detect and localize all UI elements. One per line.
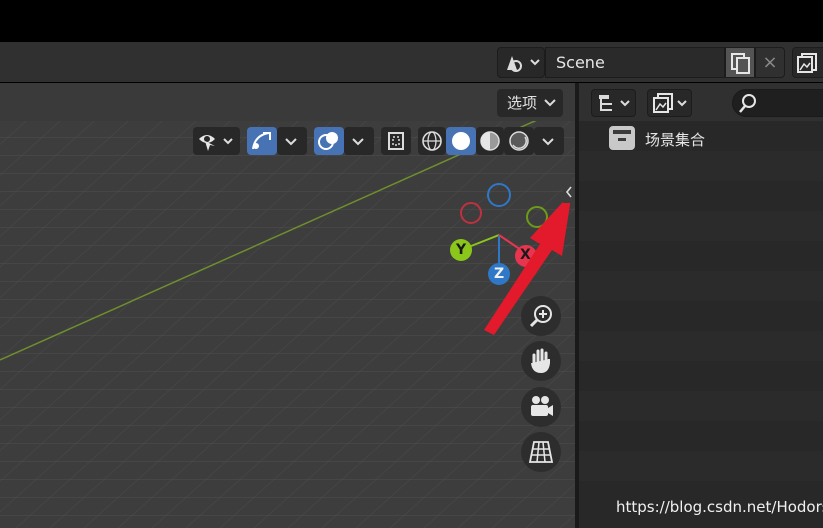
rendered-shading-icon [509, 131, 529, 151]
solid-shading-button[interactable] [446, 127, 476, 155]
zoom-icon [529, 305, 552, 328]
outliner-row-stripe [579, 211, 823, 241]
search-icon [739, 94, 756, 113]
wireframe-shading-icon [422, 131, 442, 151]
delete-scene-button[interactable]: × [755, 47, 785, 78]
filter-dropdown[interactable] [647, 89, 692, 117]
chevron-down-icon [542, 138, 554, 146]
watermark-text: https://blog.csdn.net/Hodors [616, 498, 823, 516]
display-mode-dropdown[interactable] [591, 89, 636, 117]
visibility-icon [199, 135, 233, 151]
sidebar-toggle-button[interactable] [563, 181, 575, 203]
shading-dropdown[interactable] [534, 127, 564, 155]
perspective-toggle-button[interactable] [521, 432, 561, 472]
outliner-row-stripe [579, 271, 823, 301]
gizmo-toggle[interactable] [247, 127, 277, 155]
gizmo-y-label: Y [456, 242, 467, 258]
wireframe-shading-button[interactable] [418, 127, 446, 155]
scene-type-icon [507, 56, 540, 72]
scene-collection-label[interactable]: 场景集合 [645, 129, 705, 150]
overlay-dropdown[interactable] [344, 127, 374, 155]
outliner-row-stripe [579, 391, 823, 421]
view-layer-button[interactable] [792, 47, 823, 78]
xray-icon [388, 132, 404, 150]
camera-view-button[interactable] [521, 387, 561, 427]
pan-button[interactable] [521, 341, 561, 381]
filter-icon [653, 93, 687, 113]
scene-name-field[interactable]: Scene [545, 47, 725, 78]
outliner-row-stripe [579, 451, 823, 481]
zoom-button[interactable] [521, 296, 561, 336]
pan-hand-icon [531, 348, 550, 374]
options-dropdown[interactable]: 选项 [497, 89, 563, 117]
xray-toggle[interactable] [381, 127, 411, 155]
rendered-shading-button[interactable] [504, 127, 534, 155]
outliner-row-stripe [579, 151, 823, 181]
gizmo-neg-x[interactable] [460, 202, 482, 224]
perspective-grid-icon [528, 441, 554, 463]
camera-icon [531, 396, 553, 416]
new-scene-button[interactable] [725, 47, 755, 78]
overlay-icon [318, 132, 338, 150]
chevron-down-icon [285, 138, 297, 146]
outliner-row-stripe [579, 331, 823, 361]
copy-icon [731, 53, 750, 74]
outliner-search-input[interactable] [732, 89, 823, 117]
options-label: 选项 [507, 94, 538, 112]
view-layer-icon [797, 53, 817, 73]
chevron-down-icon [544, 99, 556, 107]
scene-collection-icon [609, 126, 635, 150]
gizmo-dropdown[interactable] [277, 127, 307, 155]
gizmo-icon [252, 132, 271, 150]
solid-shading-icon [452, 132, 470, 150]
material-shading-button[interactable] [476, 127, 504, 155]
display-mode-icon [599, 95, 630, 111]
top-black-strip [0, 0, 823, 42]
overlay-toggle[interactable] [314, 127, 344, 155]
chevron-down-icon [352, 138, 364, 146]
material-shading-icon [480, 131, 500, 151]
viewport-header [0, 83, 575, 121]
visibility-dropdown[interactable] [193, 127, 240, 155]
scene-type-dropdown[interactable] [497, 47, 545, 78]
chevron-left-icon [565, 186, 572, 198]
